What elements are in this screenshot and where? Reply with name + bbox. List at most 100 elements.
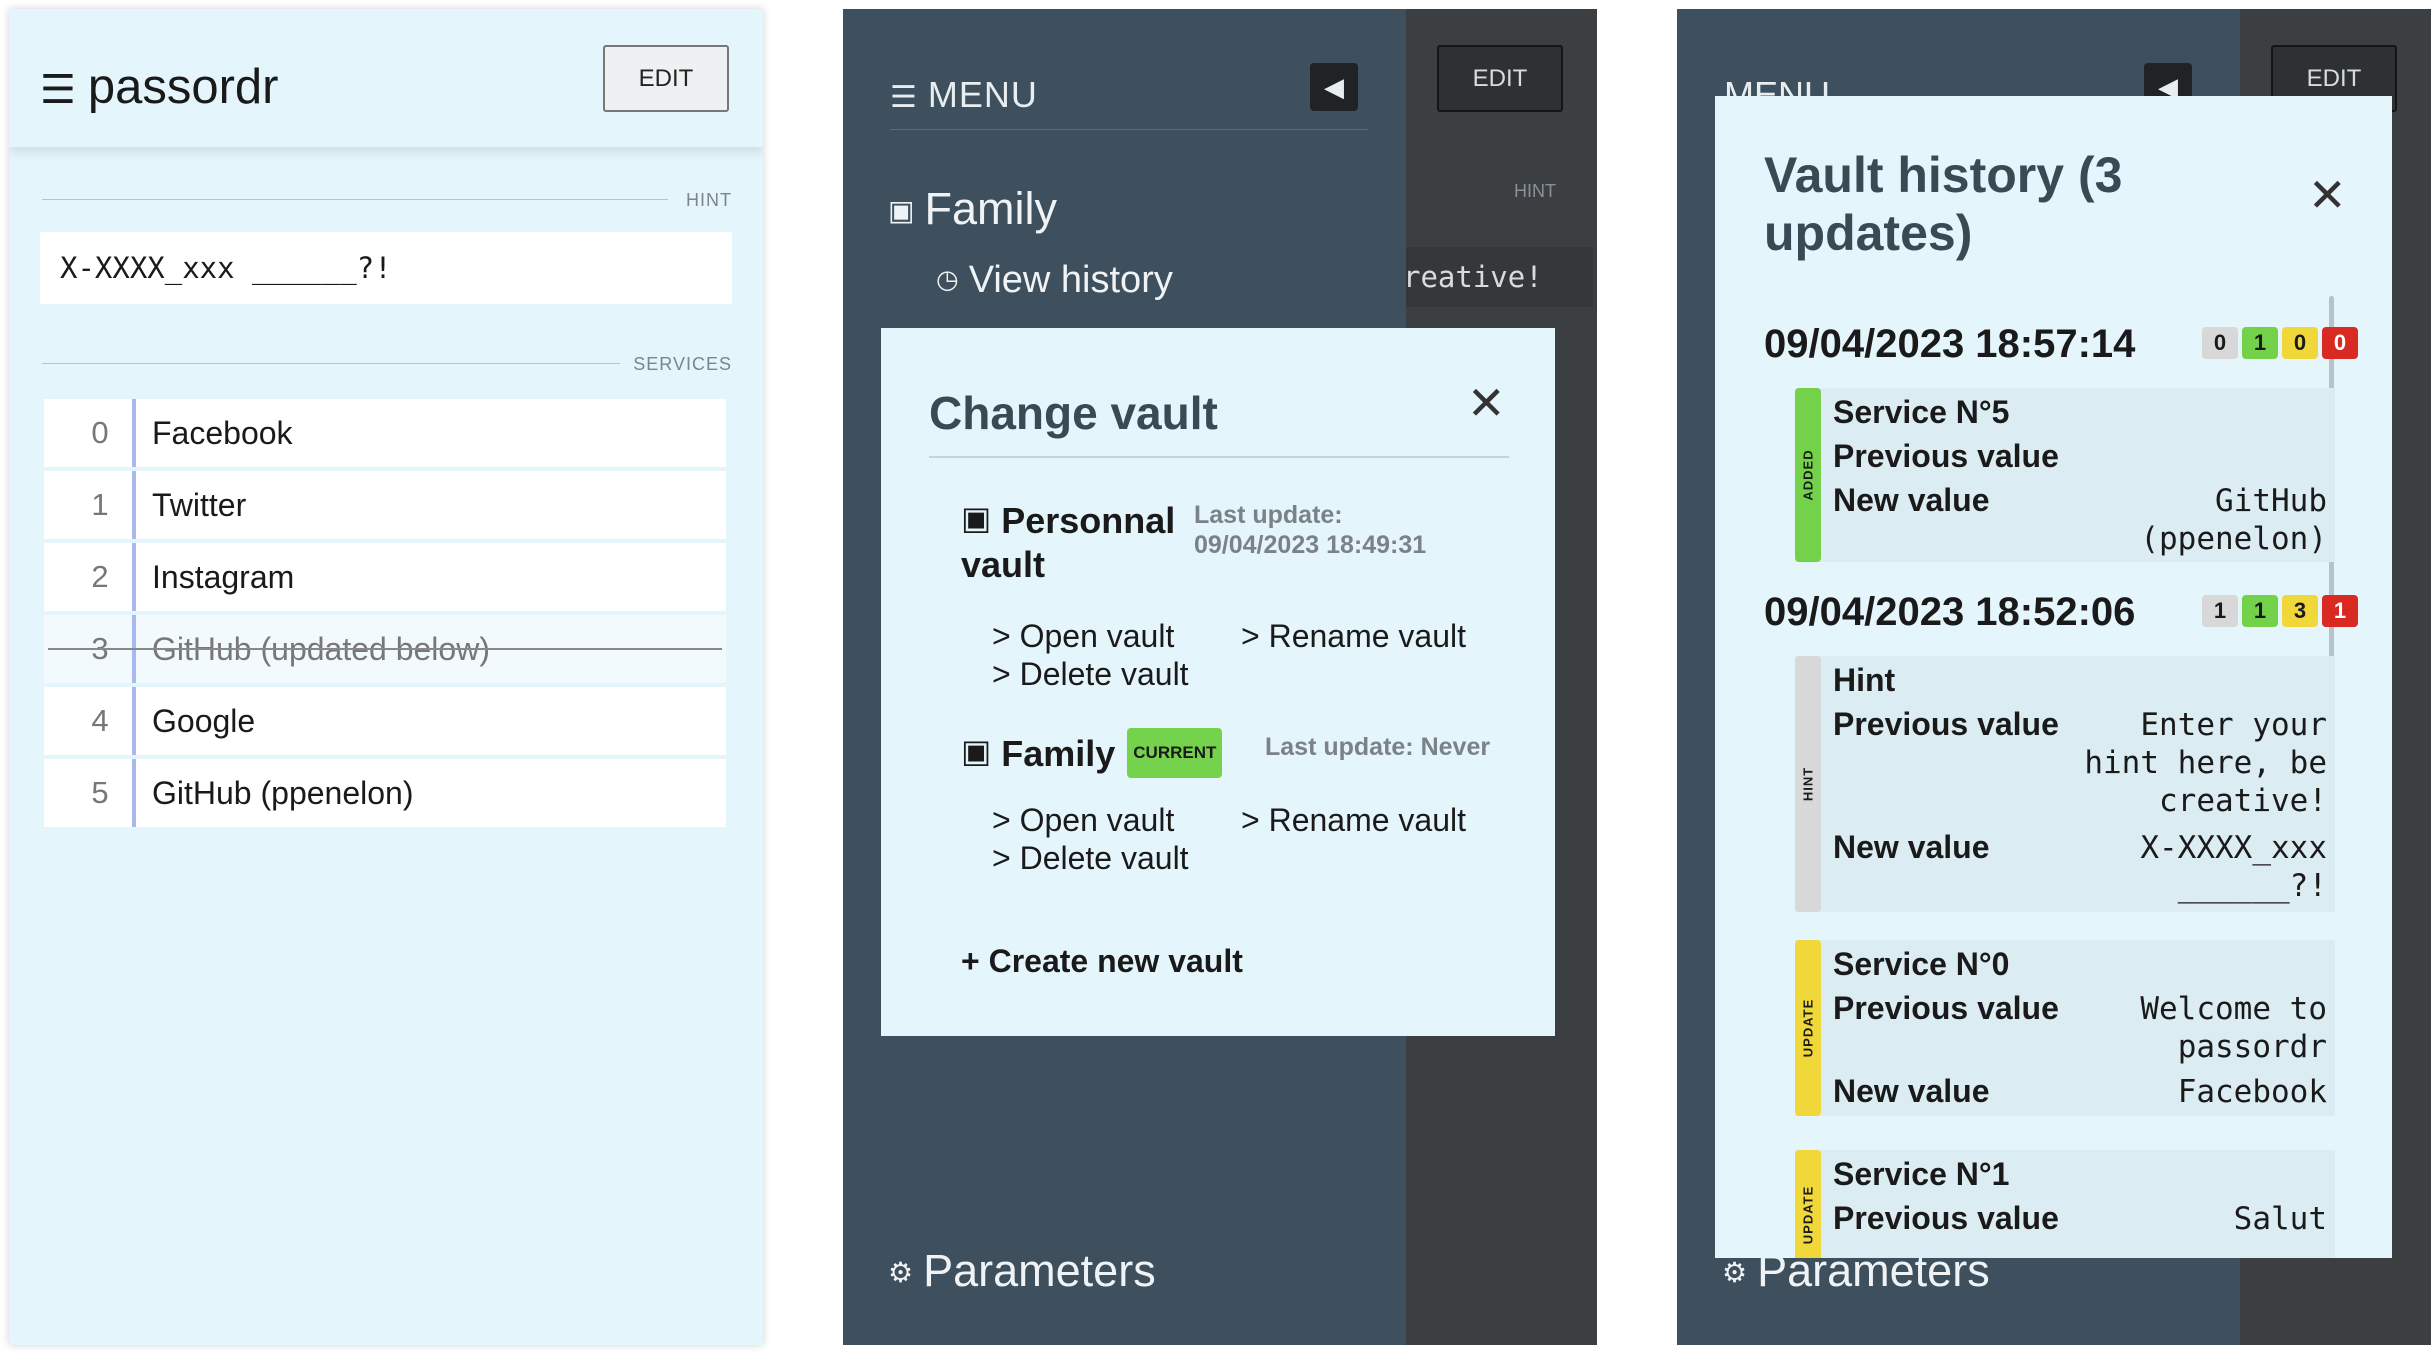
vault-family[interactable]: ▣ Family CURRENT [961, 728, 1223, 778]
vault-icon: ▣ [888, 195, 915, 226]
menu-divider [890, 129, 1368, 130]
service-row-1[interactable]: 1 Twitter [44, 471, 726, 539]
vault-name: Personnal vault [961, 500, 1176, 585]
change-item: UPDATE Service N°0 Previous value Welcom… [1795, 940, 2335, 1116]
edit-button-background: EDIT [1437, 45, 1563, 112]
vault-icon: ▣ [961, 733, 992, 769]
hint-label: HINT [686, 190, 732, 210]
open-vault-link[interactable]: > Open vault [992, 802, 1174, 839]
previous-value: Salut [2233, 1201, 2327, 1237]
menu-header: ☰ MENU [890, 74, 1038, 116]
service-row-2[interactable]: 2 Instagram [44, 543, 726, 611]
gear-icon: ⚙ [1722, 1257, 1748, 1288]
previous-value-label: Previous value [1833, 990, 2059, 1026]
app-title: passordr [87, 60, 279, 114]
last-update-value: 09/04/2023 18:49:31 [1194, 531, 1427, 559]
change-title: Service N°0 [1833, 946, 2010, 982]
gear-icon: ⚙ [888, 1257, 914, 1288]
last-update-label: Last update: [1265, 733, 1414, 761]
service-index: 2 [91, 559, 109, 594]
count-added: 1 [2242, 327, 2278, 359]
service-row-3[interactable]: 3 GitHub (updated below) [44, 615, 726, 683]
app-header: ☰ passordr EDIT [9, 9, 763, 147]
vault-history-modal: Vault history (3 updates) ✕ 09/04/2023 1… [1715, 96, 2392, 1258]
previous-value-label: Previous value [1833, 706, 2059, 742]
previous-value: Enter your hint here, be creative! [2084, 707, 2327, 819]
service-row-4[interactable]: 4 Google [44, 687, 726, 755]
change-title: Service N°1 [1833, 1156, 2010, 1192]
change-item: HINT Hint Previous value Enter your hint… [1795, 656, 2335, 912]
change-tag: ADDED [1795, 388, 1821, 562]
main-screen: ☰ passordr EDIT HINT X-XXXX_xxx ______?! … [9, 9, 763, 1345]
tag-label: UPDATE [1800, 1185, 1816, 1245]
close-icon[interactable]: ✕ [1467, 376, 1506, 430]
vault-personnal[interactable]: ▣ Personnal vault [961, 496, 1181, 587]
back-arrow-icon[interactable]: ◀ [1310, 63, 1358, 111]
menu-icon[interactable]: ☰ [40, 68, 76, 112]
menu-current-vault[interactable]: ▣ Family [888, 183, 1057, 235]
tag-label: UPDATE [1800, 998, 1816, 1058]
modal-title: Change vault [929, 387, 1218, 439]
entry-counts: 0 1 0 0 [2202, 327, 2358, 359]
new-value: Facebook [2177, 1074, 2327, 1110]
hint-label-background: HINT [1514, 181, 1556, 201]
change-tag: HINT [1795, 656, 1821, 912]
new-value: X-XXXX_xxx ______?! [2140, 830, 2327, 904]
vault-history-screen: EDIT MENU ◀ ⚙ Parameters Vault history (3… [1677, 9, 2431, 1345]
clock-icon: ◷ [936, 264, 959, 294]
entry-counts: 1 1 3 1 [2202, 595, 2358, 627]
services-list: 0 Facebook 1 Twitter 2 Instagram 3 GitHub (u… [44, 399, 726, 831]
current-vault-name: Family [924, 183, 1057, 234]
modal-divider [929, 456, 1509, 458]
change-item: UPDATE Service N°1 Previous value Salut [1795, 1150, 2335, 1258]
hint-separator: HINT [42, 189, 732, 210]
view-history-label: View history [968, 259, 1173, 301]
service-name: Instagram [152, 558, 295, 595]
new-value-label: New value [1833, 482, 1990, 518]
tag-label: ADDED [1800, 449, 1816, 501]
vault-last-update: Last update: 09/04/2023 18:49:31 [1194, 500, 1494, 560]
menu-view-history[interactable]: ◷ View history [936, 259, 1173, 302]
rename-vault-link[interactable]: > Rename vault [1241, 802, 1466, 839]
rename-vault-link[interactable]: > Rename vault [1241, 618, 1466, 655]
vault-name: Family [1001, 733, 1116, 774]
hint-field[interactable]: X-XXXX_xxx ______?! [40, 232, 732, 304]
current-badge: CURRENT [1127, 728, 1223, 778]
last-update-value: Never [1420, 733, 1491, 761]
service-index: 3 [91, 631, 109, 666]
change-item: ADDED Service N°5 Previous value New val… [1795, 388, 2335, 562]
service-name: GitHub (updated below) [152, 630, 490, 667]
change-vault-screen: EDIT HINT reative! ☰ MENU ◀ ▣ Family ◷ View… [843, 9, 1597, 1345]
new-value-label: New value [1833, 829, 1990, 865]
previous-value-label: Previous value [1833, 438, 2059, 474]
app-title-wrap: ☰ passordr [40, 59, 279, 115]
service-row-0[interactable]: 0 Facebook [44, 399, 726, 467]
entry-date: 09/04/2023 18:57:14 [1764, 322, 2136, 366]
new-value: GitHub (ppenelon) [2140, 483, 2327, 557]
menu-icon: ☰ [890, 81, 918, 114]
count-updated: 0 [2282, 327, 2318, 359]
count-hint: 0 [2202, 327, 2238, 359]
count-deleted: 1 [2322, 595, 2358, 627]
history-title: Vault history (3 updates) [1764, 147, 2123, 261]
delete-vault-link[interactable]: > Delete vault [992, 840, 1189, 877]
change-tag: UPDATE [1795, 1150, 1821, 1258]
vault-icon: ▣ [961, 500, 992, 536]
parameters-label: Parameters [923, 1245, 1156, 1296]
new-value-label: New value [1833, 1073, 1990, 1109]
services-separator: SERVICES [42, 353, 732, 374]
change-tag: UPDATE [1795, 940, 1821, 1116]
close-icon[interactable]: ✕ [2308, 168, 2347, 222]
change-title: Hint [1833, 662, 1896, 698]
create-vault-button[interactable]: + Create new vault [961, 943, 1243, 980]
open-vault-link[interactable]: > Open vault [992, 618, 1174, 655]
service-index: 5 [91, 775, 109, 810]
vault-last-update: Last update: Never [1265, 732, 1490, 762]
service-row-5[interactable]: 5 GitHub (ppenelon) [44, 759, 726, 827]
tag-label: HINT [1800, 766, 1816, 802]
delete-vault-link[interactable]: > Delete vault [992, 656, 1189, 693]
menu-parameters[interactable]: ⚙ Parameters [888, 1245, 1156, 1297]
service-name: Twitter [152, 486, 247, 523]
change-vault-modal: Change vault ✕ ▣ Personnal vault Last upd… [881, 328, 1555, 1036]
edit-button[interactable]: EDIT [603, 45, 729, 112]
